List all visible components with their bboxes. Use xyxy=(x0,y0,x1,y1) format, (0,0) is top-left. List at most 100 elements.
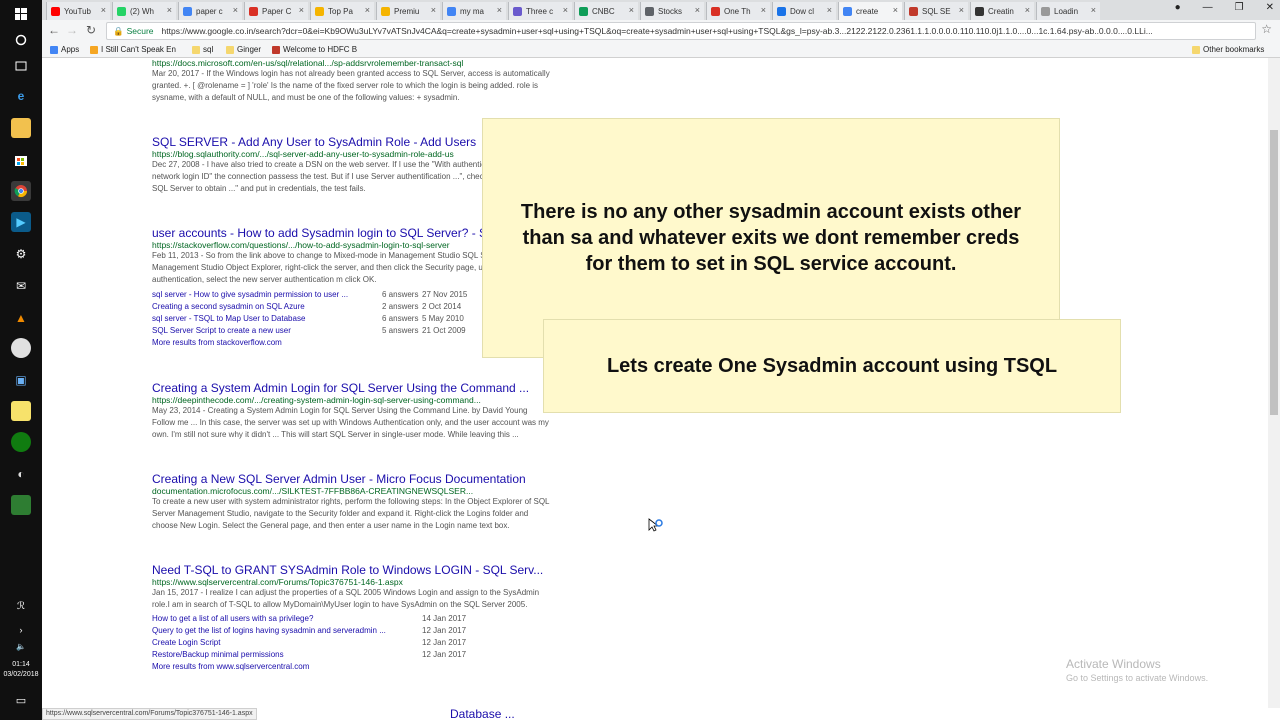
tab-close-icon[interactable]: × xyxy=(695,5,700,15)
tab-close-icon[interactable]: × xyxy=(761,5,766,15)
result-url[interactable]: documentation.microfocus.com/.../SILKTES… xyxy=(152,486,552,496)
tab-close-icon[interactable]: × xyxy=(233,5,238,15)
chrome-icon[interactable] xyxy=(11,181,31,201)
network-icon[interactable]: ▣ xyxy=(11,370,31,390)
tab-close-icon[interactable]: × xyxy=(827,5,832,15)
sub-result-link[interactable]: sql server - How to give sysadmin permis… xyxy=(152,290,348,299)
windows-start-icon[interactable] xyxy=(11,4,31,24)
browser-tab[interactable]: Premiu × xyxy=(376,2,440,20)
browser-tab[interactable]: Creatin × xyxy=(970,2,1034,20)
minimize-icon[interactable]: — xyxy=(1203,2,1213,13)
sub-result-link[interactable]: Restore/Backup minimal permissions xyxy=(152,650,284,659)
profile-icon[interactable]: ● xyxy=(1175,2,1181,13)
tab-close-icon[interactable]: × xyxy=(629,5,634,15)
xbox-icon[interactable] xyxy=(11,432,31,452)
result-title[interactable]: Creating a System Admin Login for SQL Se… xyxy=(152,381,552,395)
folder-icon xyxy=(1192,45,1200,54)
cortana-icon[interactable] xyxy=(11,30,31,50)
back-icon[interactable]: ← xyxy=(48,23,60,37)
bookmark-star-icon[interactable]: ☆ xyxy=(1261,22,1272,36)
chrome-canary-icon[interactable] xyxy=(11,338,31,358)
bookmark-item[interactable]: Ginger xyxy=(226,45,261,54)
sub-result-link[interactable]: Create Login Script xyxy=(152,638,220,647)
browser-toolbar: ← → ↻ 🔒 Secure https://www.google.co.in/… xyxy=(42,20,1280,42)
sub-result-date: 21 Oct 2009 xyxy=(422,326,466,335)
restore-icon[interactable]: ❐ xyxy=(1235,2,1244,13)
search-result: Need T-SQL to GRANT SYSAdmin Role to Win… xyxy=(152,563,552,671)
result-title[interactable]: Need T-SQL to GRANT SYSAdmin Role to Win… xyxy=(152,563,552,577)
result-title[interactable]: Database ... xyxy=(450,707,515,721)
tab-favicon-icon xyxy=(315,6,324,16)
result-title[interactable]: Creating a New SQL Server Admin User - M… xyxy=(152,472,552,486)
address-bar[interactable]: 🔒 Secure https://www.google.co.in/search… xyxy=(106,22,1256,40)
sub-result-row[interactable]: How to get a list of all users with sa p… xyxy=(152,614,552,626)
tab-close-icon[interactable]: × xyxy=(167,5,172,15)
browser-tab[interactable]: Paper C × xyxy=(244,2,308,20)
bookmark-other[interactable]: Other bookmarks xyxy=(1192,45,1264,54)
volume-icon[interactable]: 🔈 xyxy=(11,636,31,656)
taskbar-clock[interactable]: 01:14 03/02/2018 xyxy=(0,660,42,680)
browser-tab[interactable]: paper c × xyxy=(178,2,242,20)
tab-close-icon[interactable]: × xyxy=(563,5,568,15)
result-url[interactable]: https://www.sqlservercentral.com/Forums/… xyxy=(152,577,552,587)
result-url[interactable]: https://docs.microsoft.com/en-us/sql/rel… xyxy=(152,58,552,68)
sticky-notes-icon[interactable] xyxy=(11,401,31,421)
tab-close-icon[interactable]: × xyxy=(365,5,370,15)
reload-icon[interactable]: ↻ xyxy=(86,23,96,37)
task-view-icon[interactable] xyxy=(11,56,31,76)
people-icon[interactable]: ℛ xyxy=(11,596,31,616)
tab-favicon-icon xyxy=(645,6,654,16)
visual-studio-icon[interactable]: ▶ xyxy=(11,212,31,232)
notifications-icon[interactable]: ▭ xyxy=(11,690,31,710)
tab-close-icon[interactable]: × xyxy=(893,5,898,15)
browser-tab[interactable]: One Th × xyxy=(706,2,770,20)
sub-result-link[interactable]: SQL Server Script to create a new user xyxy=(152,326,291,335)
store-icon[interactable] xyxy=(11,150,31,170)
browser-tab[interactable]: my ma × xyxy=(442,2,506,20)
browser-tab[interactable]: create × xyxy=(838,2,902,20)
file-explorer-icon[interactable] xyxy=(11,118,31,138)
settings-icon[interactable]: ⚙ xyxy=(11,244,31,264)
scrollbar-thumb[interactable] xyxy=(1270,130,1278,415)
more-results-link[interactable]: More results from www.sqlservercentral.c… xyxy=(152,662,552,671)
bookmark-item[interactable]: I Still Can't Speak En xyxy=(90,45,176,54)
bookmark-label: Welcome to HDFC B xyxy=(283,45,358,54)
tab-close-icon[interactable]: × xyxy=(1025,5,1030,15)
mail-icon[interactable]: ✉ xyxy=(11,276,31,296)
bookmark-item[interactable]: sql xyxy=(192,45,213,54)
link-status-bar: https://www.sqlservercentral.com/Forums/… xyxy=(42,708,257,720)
sub-result-link[interactable]: How to get a list of all users with sa p… xyxy=(152,614,313,623)
sub-result-row[interactable]: Restore/Backup minimal permissions 12 Jan… xyxy=(152,650,552,662)
sub-result-row[interactable]: Create Login Script 12 Jan 2017 xyxy=(152,638,552,650)
bookmark-apps[interactable]: Apps xyxy=(50,45,79,54)
browser-tab[interactable]: SQL SE × xyxy=(904,2,968,20)
bookmark-item[interactable]: Welcome to HDFC B xyxy=(272,45,357,54)
browser-tab[interactable]: Top Pa × xyxy=(310,2,374,20)
result-url[interactable]: https://deepinthecode.com/.../creating-s… xyxy=(152,395,552,405)
close-icon[interactable]: ✕ xyxy=(1266,2,1274,13)
app-icon[interactable] xyxy=(11,495,31,515)
tab-close-icon[interactable]: × xyxy=(431,5,436,15)
paint-icon[interactable]: ◐ xyxy=(11,464,31,484)
tab-close-icon[interactable]: × xyxy=(959,5,964,15)
tab-close-icon[interactable]: × xyxy=(1091,5,1096,15)
vlc-icon[interactable]: ▲ xyxy=(11,308,31,328)
forward-icon[interactable]: → xyxy=(66,23,78,37)
tab-close-icon[interactable]: × xyxy=(101,5,106,15)
browser-tab[interactable]: Three c × xyxy=(508,2,572,20)
page-scrollbar[interactable] xyxy=(1268,58,1280,708)
browser-tab[interactable]: Loadin × xyxy=(1036,2,1100,20)
browser-tab[interactable]: YouTub × xyxy=(46,2,110,20)
tab-favicon-icon xyxy=(975,6,984,16)
sub-result-link[interactable]: sql server - TSQL to Map User to Databas… xyxy=(152,314,305,323)
tab-close-icon[interactable]: × xyxy=(299,5,304,15)
sub-result-link[interactable]: Creating a second sysadmin on SQL Azure xyxy=(152,302,305,311)
browser-tab[interactable]: Dow cl × xyxy=(772,2,836,20)
tab-close-icon[interactable]: × xyxy=(497,5,502,15)
edge-icon[interactable]: e xyxy=(11,86,31,106)
sub-result-link[interactable]: Query to get the list of logins having s… xyxy=(152,626,386,635)
sub-result-row[interactable]: Query to get the list of logins having s… xyxy=(152,626,552,638)
browser-tab[interactable]: Stocks × xyxy=(640,2,704,20)
browser-tab[interactable]: (2) Wh × xyxy=(112,2,176,20)
browser-tab[interactable]: CNBC × xyxy=(574,2,638,20)
